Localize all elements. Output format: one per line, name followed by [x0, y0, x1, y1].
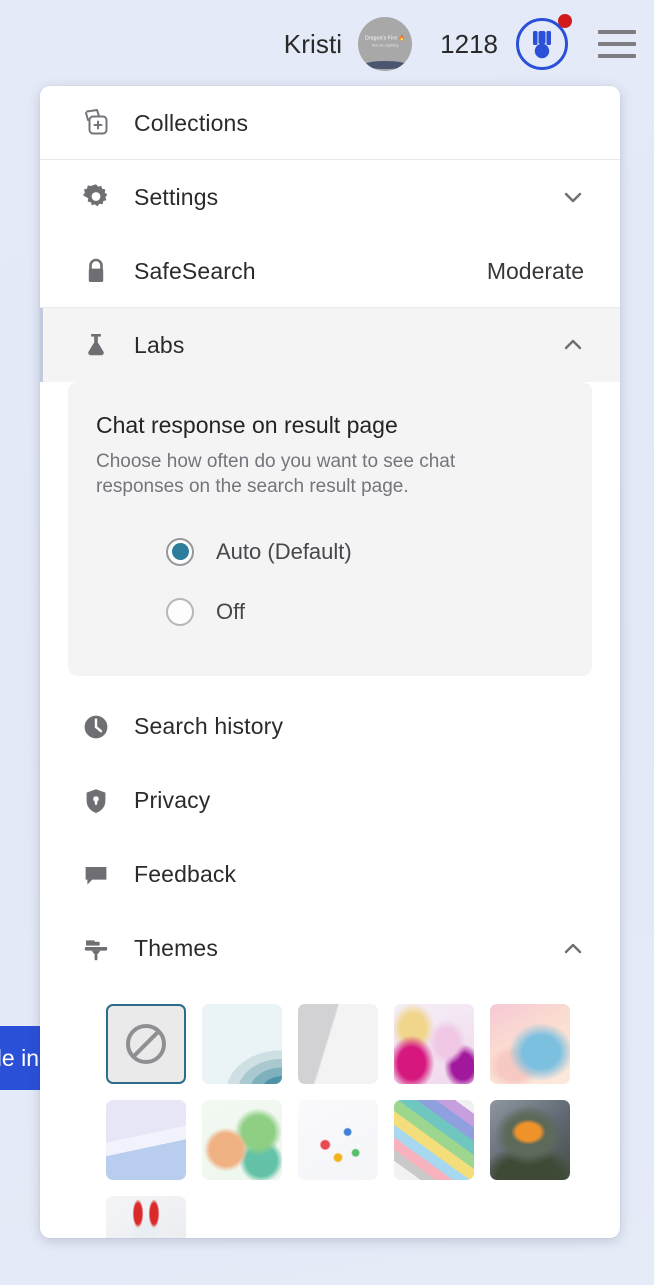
menu-item-label: Search history: [134, 713, 586, 740]
menu-item-feedback[interactable]: Feedback: [40, 838, 620, 912]
avatar-title: Dragon's Fire 🔥: [365, 36, 405, 42]
rewards-points: 1218: [440, 29, 498, 60]
chevron-up-icon[interactable]: [560, 332, 586, 358]
menu-item-safesearch[interactable]: SafeSearch Moderate: [40, 234, 620, 308]
flask-icon: [80, 329, 134, 361]
gear-icon: [80, 181, 134, 213]
top-bar: Kristi Dragon's Fire 🔥 Ask me anything 1…: [0, 0, 654, 88]
theme-tile-blue-blob[interactable]: [490, 1004, 570, 1084]
clock-icon: [80, 711, 134, 743]
radio-indicator-unselected: [166, 598, 194, 626]
menu-item-collections[interactable]: Collections: [40, 86, 620, 160]
menu-item-search-history[interactable]: Search history: [40, 690, 620, 764]
theme-tile-pride-chevron[interactable]: [394, 1100, 474, 1180]
radio-option-label: Auto (Default): [216, 539, 352, 565]
menu-item-label: Privacy: [134, 787, 586, 814]
radio-option-label: Off: [216, 599, 245, 625]
hamburger-menu-icon[interactable]: [598, 30, 636, 58]
theme-tile-no-theme[interactable]: [106, 1004, 186, 1084]
menu-item-label: Collections: [134, 110, 586, 137]
radio-indicator-selected: [166, 538, 194, 566]
menu-item-label: Themes: [134, 935, 560, 962]
radio-option-off[interactable]: Off: [96, 582, 564, 642]
radio-option-auto[interactable]: Auto (Default): [96, 522, 564, 582]
lock-icon: [80, 255, 134, 287]
theme-tile-confetti[interactable]: [298, 1100, 378, 1180]
theme-tile-halo-spartan[interactable]: [490, 1100, 570, 1180]
chevron-down-icon[interactable]: [560, 184, 586, 210]
theme-tile-teal-waves[interactable]: [202, 1004, 282, 1084]
chevron-up-icon[interactable]: [560, 936, 586, 962]
paint-roller-icon: [80, 933, 134, 965]
menu-item-themes[interactable]: Themes: [40, 912, 620, 986]
theme-tile-green-loop[interactable]: [202, 1100, 282, 1180]
menu-item-label: Settings: [134, 184, 560, 211]
labs-settings-card: Chat response on result page Choose how …: [68, 382, 592, 676]
settings-flyout-panel: Collections Settings SafeSearch Moderate: [40, 86, 620, 1238]
obscured-blue-action-button[interactable]: de in: [0, 1026, 45, 1090]
labs-card-description: Choose how often do you want to see chat…: [96, 449, 516, 500]
menu-item-label: Labs: [134, 332, 560, 359]
theme-tile-pink-balloons[interactable]: [394, 1004, 474, 1084]
obscured-button-label: de in: [0, 1045, 39, 1072]
themes-thumbnail-grid: [40, 986, 616, 1238]
collections-add-icon: [80, 107, 134, 139]
avatar[interactable]: Dragon's Fire 🔥 Ask me anything: [358, 17, 412, 71]
theme-tile-gray-gradient[interactable]: [298, 1004, 378, 1084]
theme-tile-lavender[interactable]: [106, 1100, 186, 1180]
avatar-caption: Dragon's Fire 🔥 Ask me anything: [358, 36, 412, 49]
menu-item-privacy[interactable]: Privacy: [40, 764, 620, 838]
menu-item-settings[interactable]: Settings: [40, 160, 620, 234]
avatar-subtitle: Ask me anything: [358, 44, 412, 49]
theme-tile-anime-mecha[interactable]: [106, 1196, 186, 1238]
rewards-badge[interactable]: [516, 18, 568, 70]
labs-card-title: Chat response on result page: [96, 412, 564, 439]
block-no-entry-icon: [126, 1024, 166, 1064]
menu-item-labs[interactable]: Labs: [40, 308, 620, 382]
shield-lock-icon: [80, 785, 134, 817]
avatar-base-shadow: [364, 61, 407, 69]
menu-item-label: Feedback: [134, 861, 586, 888]
safesearch-value: Moderate: [487, 258, 584, 285]
notification-dot: [558, 14, 572, 28]
menu-item-label: SafeSearch: [134, 258, 487, 285]
speech-bubble-icon: [80, 859, 134, 891]
user-name: Kristi: [284, 29, 342, 60]
